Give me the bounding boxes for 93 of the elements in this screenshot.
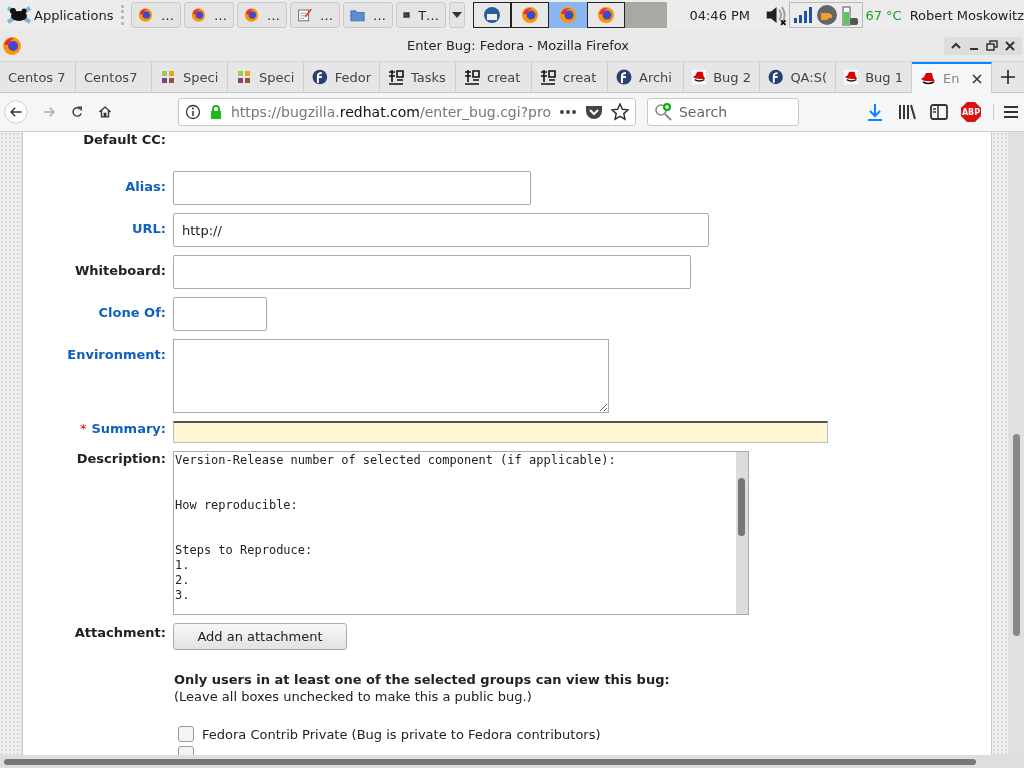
pocket-icon[interactable] <box>585 104 603 120</box>
mouse-logo-icon <box>6 5 32 25</box>
clock: 04:46 PM <box>689 7 751 23</box>
browser-tab[interactable]: Speci <box>228 62 304 92</box>
input-field[interactable] <box>173 171 531 205</box>
fedora-icon <box>312 69 328 85</box>
battery-icon[interactable] <box>841 4 860 26</box>
field-label-link[interactable]: Environment: <box>67 347 166 362</box>
search-field[interactable]: Search <box>647 98 799 126</box>
lock-icon <box>208 104 223 120</box>
url-text: https://bugzilla.redhat.com/enter_bug.cgi?pro <box>230 104 551 120</box>
task-list-dropdown[interactable] <box>449 2 466 28</box>
field-label-link[interactable]: Summary: <box>91 421 166 436</box>
horizontal-scrollbar[interactable] <box>0 755 1024 768</box>
field-label-link[interactable]: Alias: <box>125 179 166 194</box>
workspace-button[interactable] <box>587 2 626 28</box>
hat-icon <box>920 70 936 87</box>
caret-icon <box>452 12 463 18</box>
workspace-button[interactable] <box>473 2 512 28</box>
input-field[interactable]: http:// <box>173 213 709 247</box>
notepad-icon <box>297 6 313 24</box>
add-attachment-button[interactable]: Add an attachment <box>173 623 347 650</box>
pinwheel-icon <box>236 69 252 85</box>
checkbox-label[interactable]: Fedora Contrib Private (Bug is private to Fedora contributors) <box>202 726 601 742</box>
browser-tab[interactable]: Centos 7 <box>0 62 76 92</box>
fedora-icon <box>616 69 632 85</box>
firefox-icon <box>597 6 616 24</box>
scrollbar[interactable] <box>736 452 748 614</box>
firefox-icon <box>521 6 540 24</box>
workspace-button[interactable] <box>511 2 550 28</box>
taskbar-button[interactable]: … <box>184 2 235 28</box>
more-icon[interactable] <box>559 109 577 115</box>
close-tab-icon[interactable] <box>971 72 983 85</box>
temperature-reading: 67 °C <box>865 7 902 23</box>
pinwheel-icon <box>160 69 176 85</box>
browser-tab[interactable]: creat <box>456 62 532 92</box>
firefox-icon <box>559 6 578 24</box>
field-label: Whiteboard: <box>75 263 166 278</box>
browser-tab[interactable]: creat <box>532 62 608 92</box>
field-label: Attachment: <box>74 625 166 640</box>
workspace-button[interactable] <box>549 2 588 28</box>
applications-menu[interactable]: Applications <box>6 5 114 25</box>
restore-icon[interactable] <box>984 38 1000 53</box>
description-field[interactable]: Version-Release number of selected component (if applicable): How reproducible: Steps to Reproduce: 1. 2. 3. <box>173 451 749 615</box>
firefox-icon <box>138 6 154 24</box>
signal-bars-icon[interactable] <box>793 6 814 24</box>
glyph-logo-icon <box>464 69 480 85</box>
firefox-icon <box>191 6 207 24</box>
bird-mail-icon <box>483 6 502 24</box>
taskbar-button[interactable]: … <box>290 2 341 28</box>
download-icon[interactable] <box>865 102 885 122</box>
field-label: Description: <box>76 451 166 466</box>
hat-icon <box>844 69 859 85</box>
field-label-link[interactable]: URL: <box>131 221 166 236</box>
browser-tab[interactable]: Tasks <box>380 62 456 92</box>
groups-heading: Only users in at least one of the selected groups can view this bug: <box>174 672 671 687</box>
address-bar[interactable]: https://bugzilla.redhat.com/enter_bug.cgi?pro <box>177 98 636 126</box>
firefox-icon <box>2 35 22 56</box>
browser-tab[interactable]: Speci <box>152 62 228 92</box>
close-icon[interactable] <box>1002 38 1018 53</box>
firefox-icon <box>244 6 260 24</box>
browser-tab[interactable]: Archi <box>608 62 684 92</box>
summary-field[interactable] <box>173 421 828 443</box>
engine-icon[interactable] <box>816 4 839 26</box>
field-label-link[interactable]: Clone Of: <box>98 305 166 320</box>
field-label: Default CC: <box>83 132 166 147</box>
input-field[interactable] <box>173 297 267 331</box>
browser-tab[interactable]: QA:S( <box>760 62 836 92</box>
sidebar-icon[interactable] <box>929 102 949 122</box>
new-tab-icon[interactable] <box>1000 69 1016 85</box>
browser-tab[interactable]: Bug 2 <box>684 62 760 92</box>
checkbox[interactable] <box>178 726 194 742</box>
taskbar-button[interactable]: … <box>343 2 394 28</box>
hat-icon <box>692 69 707 85</box>
taskbar-button[interactable]: T… <box>396 2 447 28</box>
browser-tab[interactable]: Centos7 <box>76 62 152 92</box>
star-icon[interactable] <box>611 103 629 121</box>
user-name[interactable]: Robert Moskowitz <box>909 7 1024 23</box>
fedora-icon <box>768 69 784 85</box>
window-title: Enter Bug: Fedora - Mozilla Firefox <box>405 38 631 53</box>
required-mark: * <box>79 421 87 436</box>
library-icon[interactable] <box>897 102 917 122</box>
page-scrollbar[interactable] <box>1008 132 1024 755</box>
info-icon[interactable] <box>184 104 201 120</box>
input-field[interactable] <box>173 255 691 289</box>
glyph-logo-icon <box>388 69 404 85</box>
adblock-icon[interactable]: ABP <box>961 102 981 122</box>
glyph-logo-icon <box>540 69 556 85</box>
groups-note: (Leave all boxes unchecked to make this a public bug.) <box>174 689 533 704</box>
taskbar-button[interactable]: … <box>131 2 182 28</box>
browser-tab[interactable]: Fedor <box>304 62 380 92</box>
menu-icon[interactable] <box>993 104 1020 120</box>
taskbar-button[interactable]: … <box>237 2 288 28</box>
